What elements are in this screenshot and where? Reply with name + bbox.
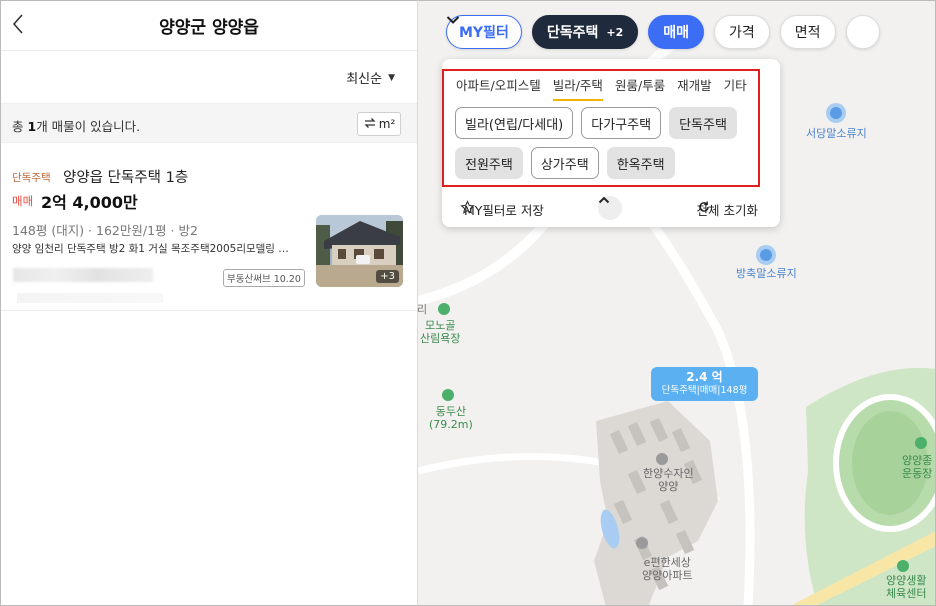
tab-apartment-officetel[interactable]: 아파트/오피스텔 (456, 75, 541, 101)
save-my-filter-button[interactable]: MY필터로 저장 (460, 200, 544, 219)
panel-header: 양양군 양양읍 (1, 1, 417, 51)
property-type-extra-count: +2 (606, 25, 624, 39)
count-suffix: 개 매물이 있습니다. (36, 119, 141, 134)
tab-redevelopment[interactable]: 재개발 (677, 75, 712, 101)
blurred-info (13, 268, 153, 282)
caret-down-icon: ▼ (388, 72, 395, 83)
listing-description: 양양 임천리 단독주택 방2 화1 거실 목조주택2005리모델링 … (12, 243, 289, 255)
listing-price-marker[interactable]: 2.4 억 단독주택|매매|148평 (651, 367, 758, 401)
area-filter[interactable]: 면적 (779, 15, 836, 49)
result-count-text: 총 1개 매물이 있습니다. (12, 116, 140, 135)
listing-photo[interactable]: +3 (316, 215, 403, 287)
poi-label[interactable]: 서당말소류지 (806, 127, 867, 140)
map-view[interactable]: 서당말소류지 방축말소류지 리 모노골 산림욕장 동두산 (79.2m) 한양수… (418, 0, 936, 606)
property-type-filter[interactable]: 단독주택 +2 (531, 15, 639, 49)
save-label: MY필터로 저장 (464, 203, 544, 218)
dropdown-footer: MY필터로 저장 전체 초기화 (442, 191, 780, 227)
blurred-info (17, 293, 163, 303)
sub-type-hanok[interactable]: 한옥주택 (606, 147, 675, 179)
sub-type-multi-family[interactable]: 다가구주택 (581, 107, 662, 139)
tab-villa-house[interactable]: 빌라/주택 (552, 75, 603, 101)
tab-other[interactable]: 기타 (724, 75, 747, 101)
unit-toggle-button[interactable]: m² (357, 112, 401, 136)
result-count-bar: 총 1개 매물이 있습니다. m² (1, 103, 417, 143)
more-filters-button[interactable] (446, 15, 880, 49)
poi-label[interactable]: 양양생활 체육센터 (886, 574, 926, 600)
sub-type-country-house[interactable]: 전원주택 (455, 147, 523, 179)
page-title: 양양군 양양읍 (159, 18, 259, 38)
poi-label[interactable]: 동두산 (79.2m) (429, 405, 473, 431)
collapse-button[interactable] (598, 196, 622, 220)
listing-spec: 148평 (대지) · 162만원/1평 · 방2 (12, 223, 198, 238)
sub-type-detached-house[interactable]: 단독주택 (669, 107, 737, 139)
deal-type-filter[interactable]: 매매 (648, 15, 705, 49)
listing-deal-type: 매매 (12, 194, 34, 208)
poi-label[interactable]: 양양종 운동장 (902, 454, 932, 480)
listing-item[interactable]: 단독주택 양양읍 단독주택 1층 매매 2억 4,000만 148평 (대지) … (1, 143, 417, 311)
sub-type-store-house[interactable]: 상가주택 (530, 147, 599, 179)
poi-label[interactable]: e편한세상 양양아파트 (642, 556, 693, 582)
listing-source-badge: 부동산써브 10.20 (223, 269, 305, 287)
sort-row: 최신순 ▼ (1, 51, 417, 103)
listing-title: 양양읍 단독주택 1층 (63, 170, 189, 186)
count-prefix: 총 (12, 119, 28, 134)
sub-type-villa[interactable]: 빌라(연립/다세대) (455, 107, 574, 139)
poi-label[interactable]: 방축말소류지 (736, 267, 797, 280)
tab-oneroom-tworoom[interactable]: 원룸/투룸 (615, 75, 665, 101)
marker-detail: 단독주택|매매|148평 (661, 385, 748, 396)
swap-icon (363, 117, 377, 132)
sub-type-options: 빌라(연립/다세대) 다가구주택 단독주택 전원주택 상가주택 한옥주택 (455, 107, 755, 179)
marker-price: 2.4 억 (686, 370, 723, 384)
reset-all-button[interactable]: 전체 초기화 (697, 200, 764, 219)
unit-label: m² (378, 117, 396, 131)
property-type-label: 단독주택 (546, 25, 599, 41)
filter-bar: MY필터 단독주택 +2 매매 가격 면적 (446, 15, 880, 49)
listing-type-tag: 단독주택 (12, 172, 51, 184)
listing-panel: 양양군 양양읍 최신순 ▼ 총 1개 매물이 있습니다. m² 단독주택 양양읍… (0, 0, 418, 606)
photo-count-badge: +3 (376, 270, 399, 283)
poi-label[interactable]: 모노골 산림욕장 (420, 319, 460, 345)
price-filter[interactable]: 가격 (714, 15, 770, 49)
count-number: 1 (27, 119, 37, 134)
sort-label: 최신순 (346, 72, 383, 87)
listing-price: 2억 4,000만 (41, 193, 138, 212)
category-tabs: 아파트/오피스텔 빌라/주택 원룸/투룸 재개발 기타 (456, 75, 747, 101)
sort-dropdown[interactable]: 최신순 ▼ (346, 68, 395, 87)
poi-label[interactable]: 한양수자인 양양 (643, 467, 694, 493)
poi-label: 리 (418, 303, 428, 316)
